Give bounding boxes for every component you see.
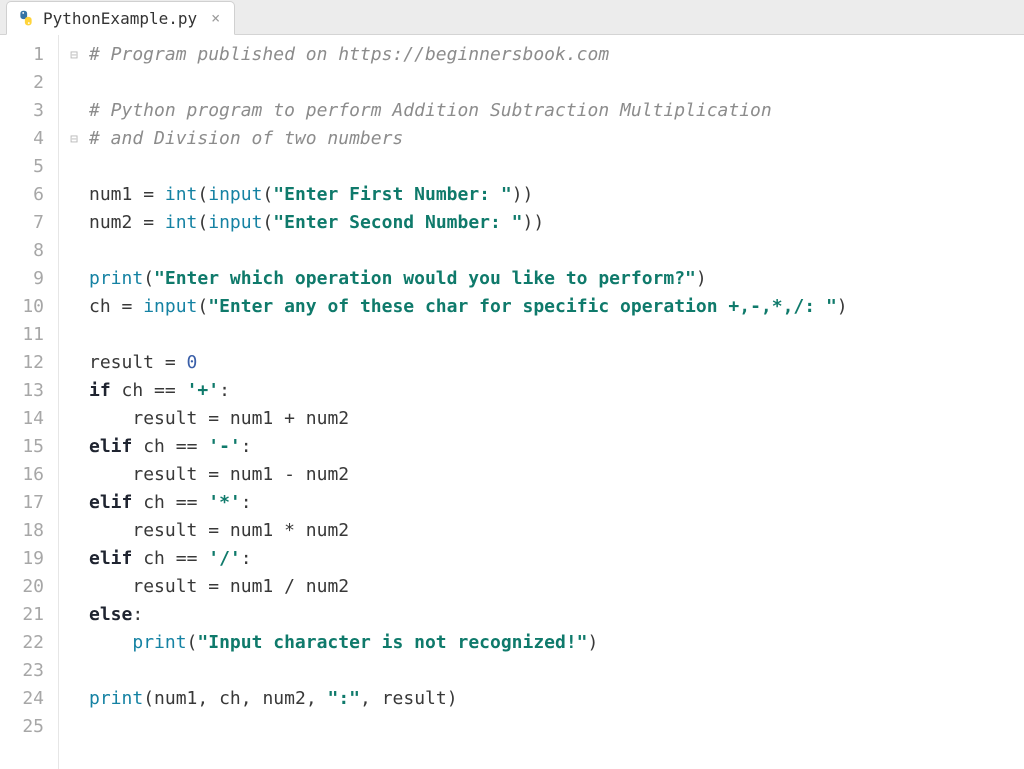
code-line[interactable]: result = num1 / num2 bbox=[89, 573, 1024, 601]
code-editor[interactable]: 1 2 3 4 5 6 7 8 9 10 11 12 13 14 15 16 1… bbox=[0, 35, 1024, 769]
line-number: 21 bbox=[0, 601, 58, 629]
code-line[interactable]: # Program published on https://beginners… bbox=[89, 41, 1024, 69]
file-tab-label: PythonExample.py bbox=[43, 9, 197, 28]
line-number: 16 bbox=[0, 461, 58, 489]
fold-column: ⊟ ⊟ bbox=[59, 35, 89, 769]
python-file-icon bbox=[17, 9, 35, 27]
code-line[interactable]: # Python program to perform Addition Sub… bbox=[89, 97, 1024, 125]
code-line[interactable]: elif ch == '*': bbox=[89, 489, 1024, 517]
line-number: 7 bbox=[0, 209, 58, 237]
code-line[interactable]: print(num1, ch, num2, ":", result) bbox=[89, 685, 1024, 713]
code-line[interactable]: if ch == '+': bbox=[89, 377, 1024, 405]
file-tab[interactable]: PythonExample.py × bbox=[6, 1, 235, 35]
code-line[interactable] bbox=[89, 69, 1024, 97]
tab-bar: PythonExample.py × bbox=[0, 0, 1024, 35]
line-number: 9 bbox=[0, 265, 58, 293]
code-line[interactable]: # and Division of two numbers bbox=[89, 125, 1024, 153]
line-number: 6 bbox=[0, 181, 58, 209]
code-line[interactable]: else: bbox=[89, 601, 1024, 629]
line-number-gutter: 1 2 3 4 5 6 7 8 9 10 11 12 13 14 15 16 1… bbox=[0, 35, 59, 769]
line-number: 25 bbox=[0, 713, 58, 741]
code-line[interactable]: print("Input character is not recognized… bbox=[89, 629, 1024, 657]
code-line[interactable]: print("Enter which operation would you l… bbox=[89, 265, 1024, 293]
code-line[interactable]: elif ch == '-': bbox=[89, 433, 1024, 461]
line-number: 14 bbox=[0, 405, 58, 433]
line-number: 3 bbox=[0, 97, 58, 125]
code-line[interactable]: result = num1 - num2 bbox=[89, 461, 1024, 489]
code-line[interactable] bbox=[89, 713, 1024, 741]
line-number: 8 bbox=[0, 237, 58, 265]
close-tab-icon[interactable]: × bbox=[211, 9, 220, 27]
code-line[interactable]: result = 0 bbox=[89, 349, 1024, 377]
line-number: 12 bbox=[0, 349, 58, 377]
line-number: 23 bbox=[0, 657, 58, 685]
code-line[interactable]: ch = input("Enter any of these char for … bbox=[89, 293, 1024, 321]
line-number: 2 bbox=[0, 69, 58, 97]
code-line[interactable] bbox=[89, 657, 1024, 685]
line-number: 5 bbox=[0, 153, 58, 181]
line-number: 18 bbox=[0, 517, 58, 545]
code-line[interactable]: result = num1 * num2 bbox=[89, 517, 1024, 545]
line-number: 19 bbox=[0, 545, 58, 573]
code-area[interactable]: # Program published on https://beginners… bbox=[89, 35, 1024, 769]
line-number: 22 bbox=[0, 629, 58, 657]
code-line[interactable]: num2 = int(input("Enter Second Number: "… bbox=[89, 209, 1024, 237]
line-number: 4 bbox=[0, 125, 58, 153]
line-number: 24 bbox=[0, 685, 58, 713]
line-number: 1 bbox=[0, 41, 58, 69]
line-number: 11 bbox=[0, 321, 58, 349]
code-line[interactable] bbox=[89, 153, 1024, 181]
fold-marker-icon[interactable]: ⊟ bbox=[59, 125, 89, 153]
line-number: 17 bbox=[0, 489, 58, 517]
line-number: 20 bbox=[0, 573, 58, 601]
code-line[interactable]: num1 = int(input("Enter First Number: ")… bbox=[89, 181, 1024, 209]
line-number: 10 bbox=[0, 293, 58, 321]
code-line[interactable]: elif ch == '/': bbox=[89, 545, 1024, 573]
line-number: 15 bbox=[0, 433, 58, 461]
fold-marker-icon[interactable]: ⊟ bbox=[59, 41, 89, 69]
line-number: 13 bbox=[0, 377, 58, 405]
code-line[interactable]: result = num1 + num2 bbox=[89, 405, 1024, 433]
code-line[interactable] bbox=[89, 321, 1024, 349]
code-line[interactable] bbox=[89, 237, 1024, 265]
